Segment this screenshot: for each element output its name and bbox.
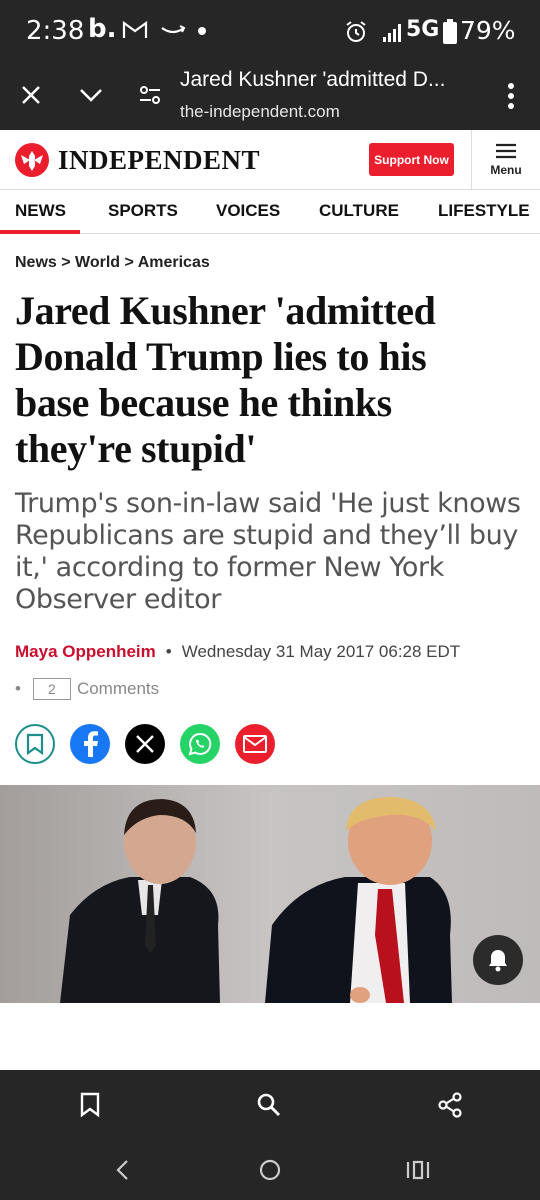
standfirst-line: Republicans are stupid and they’ll buy: [15, 520, 518, 551]
headline-line: base because he thinks: [15, 380, 392, 425]
status-bar: 2:38 b. 5G 79%: [0, 0, 540, 62]
byline: Maya Oppenheim • Wednesday 31 May 2017 06:…: [15, 642, 460, 662]
bookmark-icon: [26, 733, 44, 755]
email-share-button[interactable]: [235, 724, 275, 764]
hamburger-icon: [496, 143, 516, 159]
standfirst-line: Trump's son-in-law said 'He just knows: [15, 488, 521, 519]
whatsapp-share-button[interactable]: [180, 724, 220, 764]
comments-link[interactable]: • 2 Comments: [15, 678, 159, 700]
standfirst: Trump's son-in-law said 'He just knows R…: [15, 488, 535, 616]
share-row: [15, 724, 290, 764]
headline-line: they're stupid': [15, 426, 257, 471]
comments-bullet: •: [15, 679, 21, 698]
x-logo-icon: [136, 735, 154, 753]
bookmark-icon[interactable]: [79, 1092, 101, 1118]
notification-app-icon: b.: [88, 14, 117, 44]
signal-icon: [383, 24, 401, 42]
close-icon[interactable]: [18, 82, 44, 108]
standfirst-line: Observer editor: [15, 584, 221, 615]
nav-news[interactable]: NEWS: [15, 201, 66, 221]
support-now-button[interactable]: Support Now: [369, 143, 454, 176]
back-icon[interactable]: [114, 1158, 132, 1182]
menu-label: Menu: [490, 163, 522, 177]
facebook-share-button[interactable]: [70, 724, 110, 764]
search-icon[interactable]: [256, 1092, 282, 1118]
nav-voices[interactable]: VOICES: [216, 201, 280, 221]
bookmark-button[interactable]: [15, 724, 55, 764]
comments-label: Comments: [76, 679, 160, 698]
site-header: INDEPENDENT Support Now Menu: [0, 130, 540, 190]
page-url: the-independent.com: [180, 102, 340, 121]
battery-icon: [443, 19, 457, 44]
headline: Jared Kushner 'admitted Donald Trump lie…: [15, 288, 515, 472]
chevron-down-icon[interactable]: [78, 84, 104, 106]
page-title: Jared Kushner 'admitted D...: [180, 68, 446, 91]
amazon-icon: [161, 25, 186, 34]
site-settings-icon[interactable]: [137, 82, 163, 108]
byline-separator: •: [165, 642, 172, 661]
standfirst-line: it,' according to former New York: [15, 552, 444, 583]
headline-line: Jared Kushner 'admitted: [15, 288, 436, 333]
author-link[interactable]: Maya Oppenheim: [15, 642, 156, 661]
email-icon: [243, 735, 267, 753]
notifications-bell-button[interactable]: [473, 935, 523, 985]
publish-date: Wednesday 31 May 2017 06:28 EDT: [181, 642, 461, 661]
nav-lifestyle[interactable]: LIFESTYLE: [438, 201, 530, 221]
browser-toolbar: Jared Kushner 'admitted D... the-indepen…: [0, 62, 540, 130]
battery-percent: 79%: [460, 16, 516, 45]
x-share-button[interactable]: [125, 724, 165, 764]
nav-sports[interactable]: SPORTS: [108, 201, 178, 221]
menu-button[interactable]: Menu: [471, 130, 540, 190]
bottom-toolbar: [0, 1070, 540, 1140]
facebook-icon: [84, 731, 98, 757]
recent-apps-icon[interactable]: [405, 1158, 431, 1182]
home-icon[interactable]: [258, 1158, 282, 1182]
article-hero-image: [0, 785, 540, 1003]
nav-active-indicator: [0, 230, 80, 234]
logo-text: INDEPENDENT: [58, 144, 261, 175]
comment-count: 2: [32, 678, 71, 700]
section-nav: NEWS SPORTS VOICES CULTURE LIFESTYLE: [0, 190, 540, 234]
network-type: 5G: [406, 17, 440, 42]
alarm-icon: [346, 21, 366, 42]
photo-illustration: [0, 785, 540, 1003]
nav-culture[interactable]: CULTURE: [319, 201, 399, 221]
bell-icon: [489, 950, 507, 972]
clock: 2:38: [26, 16, 85, 46]
independent-logo[interactable]: INDEPENDENT: [14, 142, 260, 178]
eagle-logo-icon: [15, 143, 49, 177]
notification-dot: [198, 27, 206, 35]
gmail-icon: [122, 20, 148, 38]
headline-line: Donald Trump lies to his: [15, 334, 427, 379]
more-options-icon[interactable]: [506, 82, 516, 110]
whatsapp-icon: [188, 732, 212, 756]
share-icon[interactable]: [437, 1092, 463, 1118]
system-nav-bar: [0, 1140, 540, 1200]
breadcrumb[interactable]: News > World > Americas: [15, 254, 210, 272]
